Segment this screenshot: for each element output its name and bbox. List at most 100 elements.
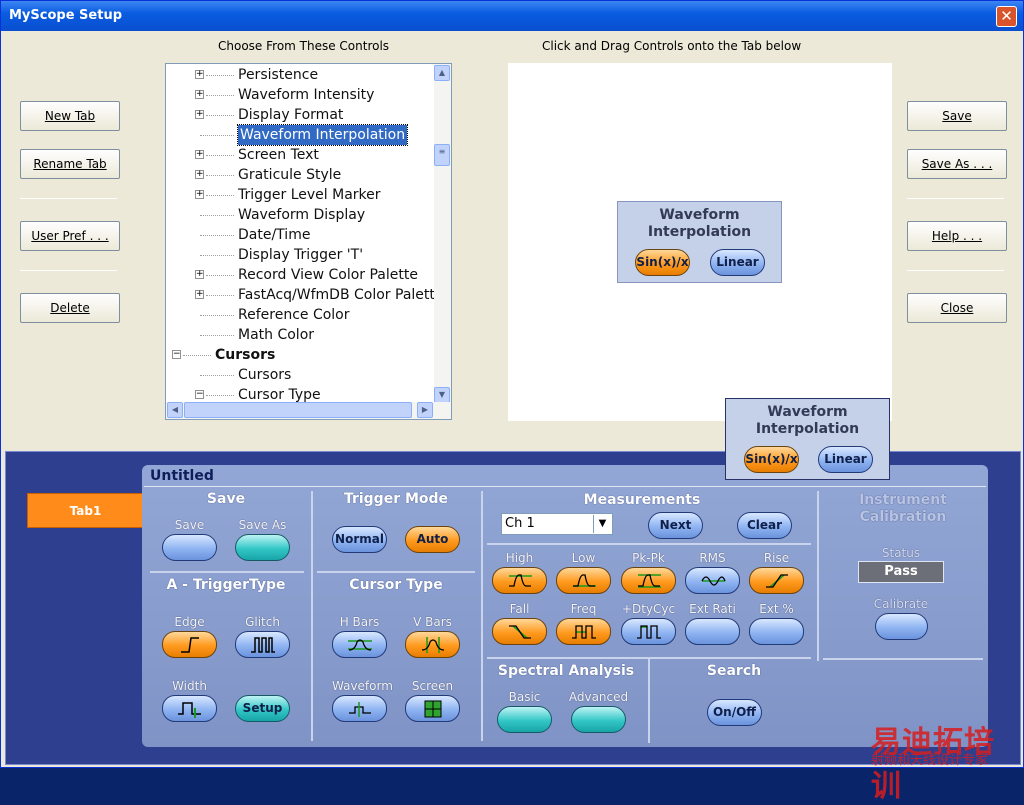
- hbars-button[interactable]: [332, 631, 387, 658]
- measure-icon: [573, 574, 596, 587]
- advanced-label: Advanced: [568, 690, 629, 704]
- close-button[interactable]: Close: [907, 293, 1007, 323]
- channel-select[interactable]: Ch 1 ▼: [501, 513, 613, 535]
- auto-button[interactable]: Auto: [405, 526, 460, 553]
- interp-drag-panel[interactable]: Waveform Interpolation Sin(x)/x Linear: [725, 398, 890, 480]
- sinx-button[interactable]: Sin(x)/x: [635, 249, 690, 276]
- expand-icon[interactable]: +: [195, 290, 204, 299]
- expand-icon[interactable]: +: [195, 170, 204, 179]
- basic-button[interactable]: [497, 706, 552, 733]
- normal-button[interactable]: Normal: [332, 526, 387, 553]
- user-pref-button[interactable]: User Pref . . .: [20, 221, 120, 251]
- collapse-icon[interactable]: −: [195, 390, 204, 399]
- expand-icon[interactable]: +: [195, 270, 204, 279]
- watermark-subtext: 射频和天线设计专家: [871, 753, 989, 768]
- divider: [481, 491, 483, 741]
- myscope-setup-window: MyScope Setup ✕ Choose From These Contro…: [0, 0, 1024, 804]
- delete-button[interactable]: Delete: [20, 293, 120, 323]
- vertical-scrollbar[interactable]: ▲ ≡ ▼: [434, 64, 451, 404]
- tree-line: [206, 275, 234, 276]
- status-badge: Pass: [858, 561, 944, 583]
- linear-button[interactable]: Linear: [710, 249, 765, 276]
- measure-icon: [572, 625, 596, 639]
- horizontal-scrollbar[interactable]: ◀ ▶: [166, 402, 451, 419]
- close-label: Close: [940, 301, 974, 315]
- measure-button[interactable]: [556, 567, 611, 594]
- edge-button[interactable]: [162, 631, 217, 658]
- clear-button[interactable]: Clear: [737, 512, 792, 539]
- collapse-icon[interactable]: −: [172, 350, 181, 359]
- glitch-icon: [251, 637, 275, 653]
- measure-button[interactable]: [685, 567, 740, 594]
- scroll-left-icon[interactable]: ◀: [167, 402, 183, 418]
- tree-line: [200, 135, 234, 136]
- expand-icon[interactable]: +: [195, 150, 204, 159]
- advanced-button[interactable]: [571, 706, 626, 733]
- tab-tab1[interactable]: Tab1: [27, 493, 144, 528]
- screen-cursor-button[interactable]: [405, 695, 460, 722]
- new-tab-button[interactable]: New Tab: [20, 101, 120, 131]
- expand-icon[interactable]: +: [195, 190, 204, 199]
- measure-label: Ext Rati: [689, 602, 736, 616]
- tree-line: [206, 395, 234, 396]
- tree-line: [206, 95, 234, 96]
- save-as-label: Save As: [238, 518, 287, 532]
- tree-line: [200, 235, 234, 236]
- hbars-label: H Bars: [339, 615, 380, 629]
- measure-button[interactable]: [621, 618, 676, 645]
- vbars-button[interactable]: [405, 631, 460, 658]
- glitch-button[interactable]: [235, 631, 290, 658]
- controls-tree[interactable]: + Persistence + Waveform Intensity + Display …: [165, 63, 452, 420]
- measure-button[interactable]: [685, 618, 740, 645]
- scroll-thumb[interactable]: ≡: [434, 144, 450, 166]
- close-window-button[interactable]: ✕: [996, 6, 1017, 27]
- expand-icon[interactable]: +: [195, 90, 204, 99]
- interp-preview-panel[interactable]: Waveform Interpolation Sin(x)/x Linear: [617, 201, 782, 283]
- rename-tab-button[interactable]: Rename Tab: [20, 149, 120, 179]
- scroll-up-icon[interactable]: ▲: [434, 65, 450, 81]
- save-button[interactable]: Save: [907, 101, 1007, 131]
- measure-button[interactable]: [749, 618, 804, 645]
- measure-label: Freq: [570, 602, 597, 616]
- measure-button[interactable]: [556, 618, 611, 645]
- scroll-right-icon[interactable]: ▶: [417, 402, 433, 418]
- tree-line: [200, 335, 234, 336]
- measure-icon: [766, 574, 788, 588]
- next-button[interactable]: Next: [648, 512, 703, 539]
- width-button[interactable]: [162, 695, 217, 722]
- tree-item-label: Math Color: [238, 327, 315, 343]
- scroll-down-icon[interactable]: ▼: [434, 387, 450, 403]
- measure-button[interactable]: [492, 618, 547, 645]
- divider: [817, 491, 819, 661]
- search-onoff-button[interactable]: On/Off: [707, 699, 762, 726]
- measure-button[interactable]: [749, 567, 804, 594]
- tree-line: [200, 375, 234, 376]
- expand-icon[interactable]: +: [195, 110, 204, 119]
- drag-linear-button[interactable]: Linear: [818, 446, 873, 473]
- measure-icon: [637, 625, 661, 639]
- save-as-button[interactable]: Save As . . .: [907, 149, 1007, 179]
- tab-save-as-button[interactable]: [235, 534, 290, 561]
- calibrate-button[interactable]: [875, 613, 928, 640]
- measure-label: Fall: [509, 602, 530, 616]
- preview-area[interactable]: Waveform Interpolation Sin(x)/x Linear: [508, 63, 892, 421]
- tab-save-button[interactable]: [162, 534, 217, 561]
- chevron-down-icon[interactable]: ▼: [593, 515, 611, 533]
- calibrate-label: Calibrate: [873, 597, 929, 611]
- tree-item-label: Date/Time: [238, 227, 311, 243]
- tree-line: [206, 115, 234, 116]
- screen-grid-icon: [424, 700, 442, 718]
- measure-button[interactable]: [621, 567, 676, 594]
- drag-sinx-button[interactable]: Sin(x)/x: [744, 446, 799, 473]
- expand-icon[interactable]: +: [195, 70, 204, 79]
- divider: [144, 486, 986, 487]
- help-button[interactable]: Help . . .: [907, 221, 1007, 251]
- divider: [20, 270, 117, 271]
- tree-item-label: Display Format: [238, 107, 344, 123]
- measure-button[interactable]: [492, 567, 547, 594]
- setup-button[interactable]: Setup: [235, 695, 290, 722]
- hscroll-thumb[interactable]: [184, 402, 412, 418]
- waveform-cursor-button[interactable]: [332, 695, 387, 722]
- tree-line: [183, 355, 211, 356]
- measure-icon: [509, 625, 531, 639]
